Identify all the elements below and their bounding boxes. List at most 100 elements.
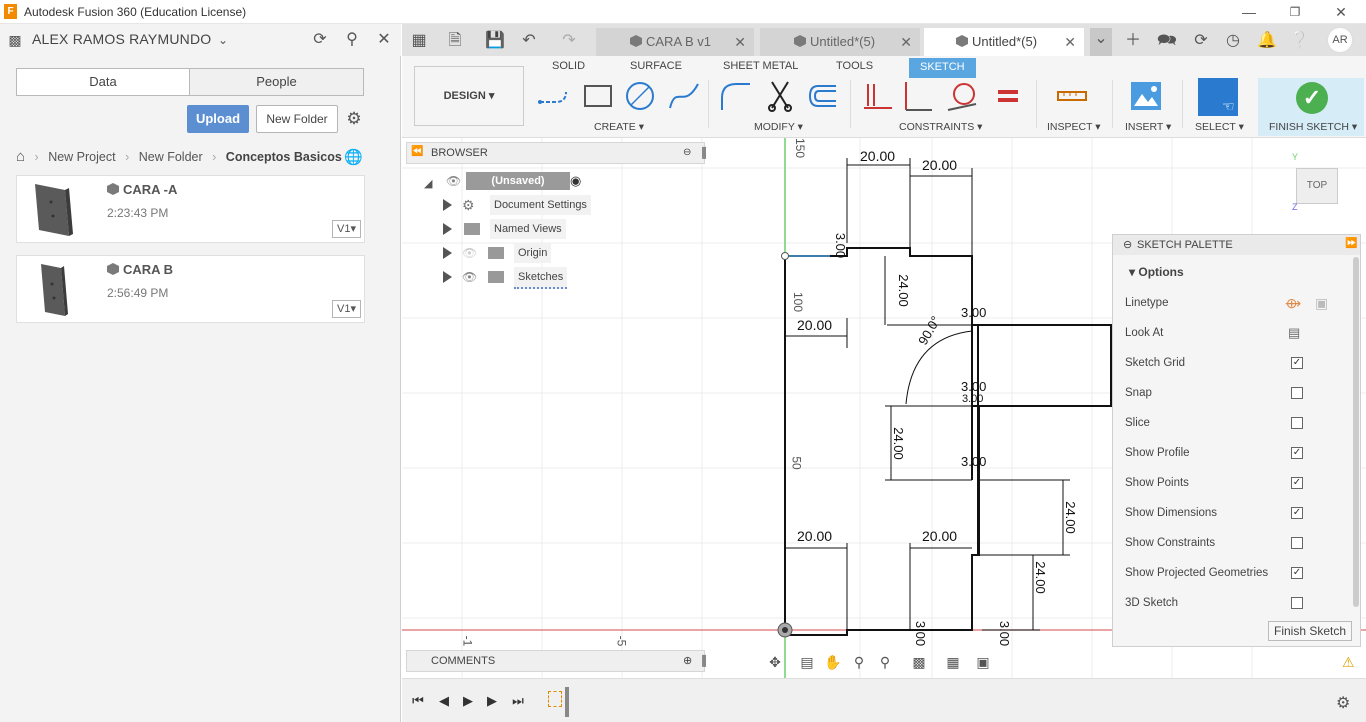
minus-icon[interactable]: ⊖ [1123,238,1132,251]
home-icon[interactable]: ⌂ [16,148,25,165]
app-grid-icon[interactable]: ▦ [408,30,430,52]
tree-item-named-views[interactable]: Named Views [440,219,600,243]
step-back-icon[interactable]: ◀ [436,693,452,709]
fillet-tool-icon[interactable] [720,80,752,112]
modify-group[interactable]: MODIFY ▾ [754,121,803,133]
create-group[interactable]: CREATE ▾ [594,121,644,133]
file-name[interactable]: CARA -A [107,182,177,197]
finish-sketch-label[interactable]: FINISH SKETCH ▾ [1269,121,1357,133]
measure-icon[interactable] [1056,80,1088,112]
dimension-label[interactable]: 24.00 [896,274,911,307]
dimension-label[interactable]: 3.00 [913,621,928,646]
tab-tools[interactable]: TOOLS [836,58,873,76]
show-constraints-checkbox[interactable] [1291,537,1303,549]
dimension-label[interactable]: 3.00 [961,379,986,394]
finish-sketch-button[interactable]: Finish Sketch [1268,621,1352,641]
eye-icon[interactable]: 👁 [462,267,477,287]
close-panel-icon[interactable]: ✕ [373,29,395,51]
extensions-icon[interactable]: ⟳ [1190,30,1212,52]
avatar[interactable]: AR [1327,27,1353,53]
offset-tool-icon[interactable] [806,80,838,112]
fit-icon[interactable]: ⚲ [876,653,894,671]
doc-tab[interactable]: Untitled*(5) ✕ [760,28,920,56]
dimension-label[interactable]: 20.00 [922,528,957,544]
insert-image-icon[interactable] [1130,80,1162,112]
play-icon[interactable]: ▶ [460,693,476,709]
3d-sketch-checkbox[interactable] [1291,597,1303,609]
expand-triangle-icon[interactable] [443,247,459,267]
dimension-label[interactable]: 3.00 [833,233,848,258]
help-icon[interactable]: ❔ [1288,30,1310,52]
upload-button[interactable]: Upload [187,105,249,133]
doc-tab[interactable]: CARA B v1 ✕ [596,28,754,56]
chevron-down-icon[interactable]: ⌄ [212,29,234,51]
tab-sheet-metal[interactable]: SHEET METAL [723,58,798,76]
grid-settings-icon[interactable]: ▦ [944,653,962,671]
dimension-label[interactable]: 20.00 [797,317,832,333]
tab-solid[interactable]: SOLID [552,58,585,76]
pan-icon[interactable]: ✋ [824,653,842,671]
circle-tool-icon[interactable] [624,80,656,112]
display-settings-icon[interactable]: ▩ [910,653,928,671]
version-dropdown[interactable]: V1▾ [332,300,361,318]
refresh-icon[interactable]: ⟳ [309,29,331,51]
show-dimensions-checkbox[interactable]: ✓ [1291,507,1303,519]
version-dropdown[interactable]: V1▾ [332,220,361,238]
sketch-point[interactable] [781,252,789,260]
job-status-icon[interactable]: ◷ [1222,30,1244,52]
tab-data[interactable]: Data [17,69,190,95]
workspace-switcher[interactable]: DESIGN ▾ [414,66,524,126]
new-tab-icon[interactable]: ＋ [1122,30,1144,52]
user-name[interactable]: ALEX RAMOS RAYMUNDO [32,31,211,47]
globe-icon[interactable]: 🌐 [344,148,363,166]
expand-icon[interactable]: ⏩ [1345,238,1357,249]
team-icon[interactable]: ▩ [4,29,26,51]
step-forward-icon[interactable]: ▶ [484,693,500,709]
tree-item-sketches[interactable]: 👁 Sketches [440,267,600,291]
show-points-checkbox[interactable]: ✓ [1291,477,1303,489]
inspect-group[interactable]: INSPECT ▾ [1047,121,1101,133]
warning-icon[interactable]: ⚠ [1342,654,1355,671]
new-folder-button[interactable]: New Folder [256,105,338,133]
line-tool-icon[interactable] [538,80,570,112]
slice-checkbox[interactable] [1291,417,1303,429]
show-projected-checkbox[interactable]: ✓ [1291,567,1303,579]
dimension-label[interactable]: 24.00 [891,427,906,460]
file-card[interactable]: CARA -A 2:23:43 PM V1▾ [16,175,365,243]
expand-triangle-icon[interactable] [443,199,459,219]
minimize-icon[interactable]: — [1234,2,1264,22]
insert-group[interactable]: INSERT ▾ [1125,121,1171,133]
file-card[interactable]: CARA B 2:56:49 PM V1▾ [16,255,365,323]
dimension-label[interactable]: 24.00 [1063,501,1078,534]
redo-icon[interactable]: ↷ [558,30,580,52]
show-profile-checkbox[interactable]: ✓ [1291,447,1303,459]
tree-item-document-settings[interactable]: ⚙ Document Settings [440,195,600,219]
finish-sketch-area[interactable]: ✓ FINISH SKETCH ▾ [1258,78,1364,136]
expand-triangle-icon[interactable] [443,223,459,243]
doc-tab-active[interactable]: Untitled*(5) ✕ [924,28,1084,56]
gear-icon[interactable]: ⚙ [1336,693,1350,713]
minus-icon[interactable]: ⊖ [683,147,691,158]
pin-icon[interactable]: ❚ [699,145,709,159]
zoom-icon[interactable]: ⚲ [850,653,868,671]
trim-tool-icon[interactable] [764,80,796,112]
breadcrumb-item[interactable]: New Folder [139,150,203,164]
construction-linetype-icon[interactable]: ⟴ [1285,293,1301,313]
breadcrumb-current[interactable]: Conceptos Basicos [226,150,342,164]
rectangle-tool-icon[interactable] [582,80,614,112]
add-comment-icon[interactable]: ⊕ [683,654,692,667]
pin-icon[interactable]: ❚ [699,653,709,667]
notifications-icon[interactable]: 🔔 [1256,30,1278,52]
file-menu-icon[interactable]: 🗎 [444,30,466,52]
dimension-label[interactable]: 24.00 [1033,561,1048,594]
close-icon[interactable]: ✕ [1326,2,1356,22]
go-to-start-icon[interactable]: ⏮ [410,693,426,709]
root-component-label[interactable]: (Unsaved) [466,172,570,190]
check-icon[interactable]: ✓ [1296,82,1328,114]
search-icon[interactable]: ⚲ [341,29,363,51]
centerline-linetype-icon[interactable]: ▣ [1315,293,1328,313]
hidden-eye-icon[interactable]: 👁 [462,243,477,263]
go-to-end-icon[interactable]: ⏭ [510,693,526,709]
expand-triangle-icon[interactable] [443,271,459,291]
tab-people[interactable]: People [190,69,363,95]
